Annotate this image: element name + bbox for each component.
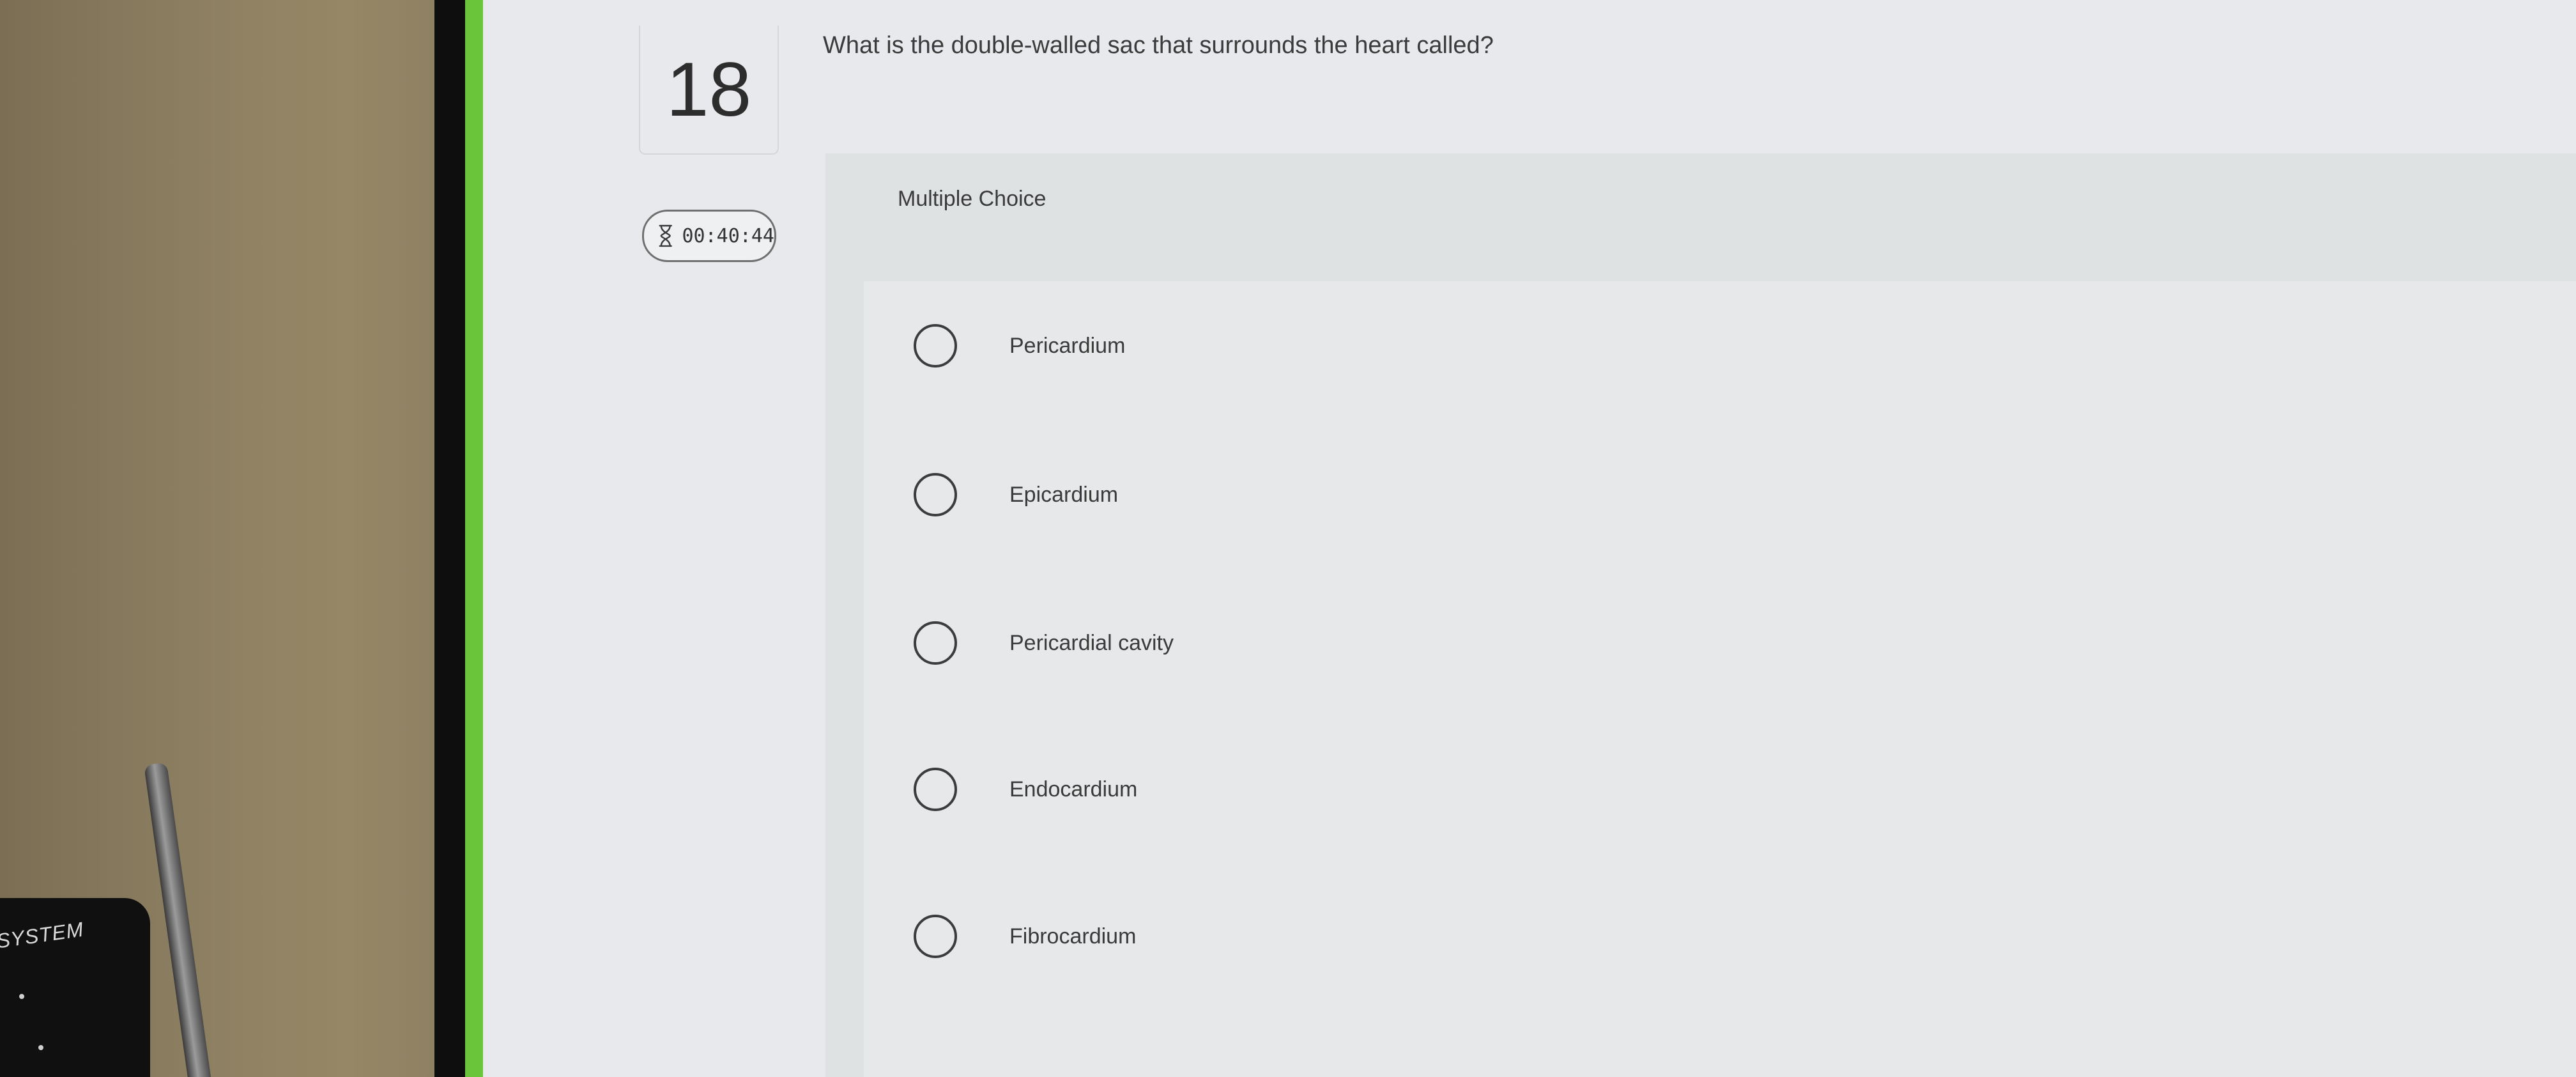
radio-button[interactable] [914,473,957,516]
answer-option-pericardium[interactable]: Pericardium [914,320,1125,371]
question-text: What is the double-walled sac that surro… [823,32,1494,59]
device-indicator [19,994,24,999]
radio-button[interactable] [914,768,957,811]
radio-button[interactable] [914,621,957,665]
desk-device: SYSTEM [0,898,150,1077]
accent-bar [465,0,484,1077]
option-label: Pericardium [1009,333,1126,358]
answer-option-fibrocardium[interactable]: Fibrocardium [914,911,1136,962]
timer-value: 00:40:44 [682,224,775,247]
question-type-label: Multiple Choice [898,187,1046,211]
answer-option-endocardium[interactable]: Endocardium [914,764,1137,815]
answer-option-pericardial-cavity[interactable]: Pericardial cavity [914,617,1174,669]
radio-button[interactable] [914,915,957,958]
option-label: Fibrocardium [1009,924,1137,949]
radio-button[interactable] [914,324,957,368]
device-label: SYSTEM [0,917,86,953]
option-label: Epicardium [1009,482,1119,507]
question-number: 18 [666,47,752,132]
hourglass-icon [659,224,672,247]
question-number-box: 18 [639,26,779,155]
option-label: Pericardial cavity [1009,630,1174,655]
timer[interactable]: 00:40:44 [642,210,776,262]
device-indicator [38,1045,43,1050]
option-label: Endocardium [1009,777,1138,802]
answer-option-epicardium[interactable]: Epicardium [914,469,1118,520]
